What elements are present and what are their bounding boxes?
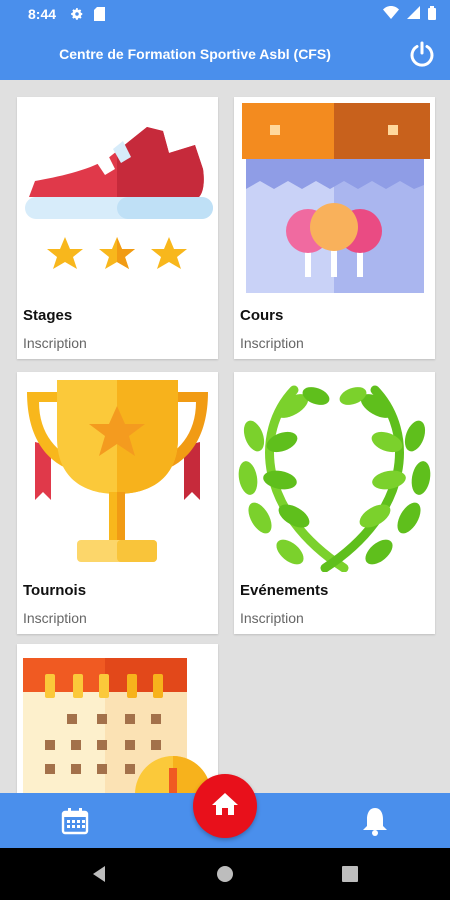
- card-tournois[interactable]: Tournois Inscription: [17, 372, 218, 634]
- sim-card-icon: [94, 7, 106, 21]
- card-title: Tournois: [23, 582, 87, 599]
- card-cours[interactable]: Cours Inscription: [234, 97, 435, 359]
- power-icon[interactable]: [406, 38, 438, 70]
- system-nav-bar: [0, 848, 450, 900]
- back-icon[interactable]: [86, 861, 112, 887]
- card-evenements[interactable]: Evénements Inscription: [234, 372, 435, 634]
- card-subtitle: Inscription: [240, 335, 304, 351]
- laurel-wreath-icon: [234, 372, 435, 573]
- wifi-icon: [383, 6, 399, 22]
- battery-icon: [428, 5, 436, 23]
- card-subtitle: Inscription: [23, 335, 87, 351]
- calendar-icon: [17, 644, 218, 794]
- sneaker-icon: [17, 97, 218, 297]
- card-title: Cours: [240, 307, 284, 324]
- card-title: Evénements: [240, 582, 329, 599]
- card-calendar[interactable]: [17, 644, 218, 794]
- trophy-icon: [17, 372, 218, 572]
- recents-icon[interactable]: [337, 861, 363, 887]
- party-balloons-icon: [234, 97, 435, 297]
- app-bar: Centre de Formation Sportive Asbl (CFS): [0, 28, 450, 80]
- card-subtitle: Inscription: [23, 610, 87, 626]
- card-stages[interactable]: Stages Inscription: [17, 97, 218, 359]
- signal-icon: [407, 6, 420, 22]
- status-time: 8:44: [28, 6, 57, 22]
- status-bar: 8:44: [0, 0, 450, 28]
- home-icon: [211, 792, 239, 821]
- app-title: Centre de Formation Sportive Asbl (CFS): [59, 46, 331, 62]
- settings-icon: [70, 7, 84, 21]
- card-title: Stages: [23, 307, 73, 324]
- calendar-icon[interactable]: [45, 793, 105, 848]
- home-circle-icon[interactable]: [212, 861, 238, 887]
- home-button[interactable]: [193, 774, 257, 838]
- card-subtitle: Inscription: [240, 610, 304, 626]
- bell-icon[interactable]: [345, 793, 405, 848]
